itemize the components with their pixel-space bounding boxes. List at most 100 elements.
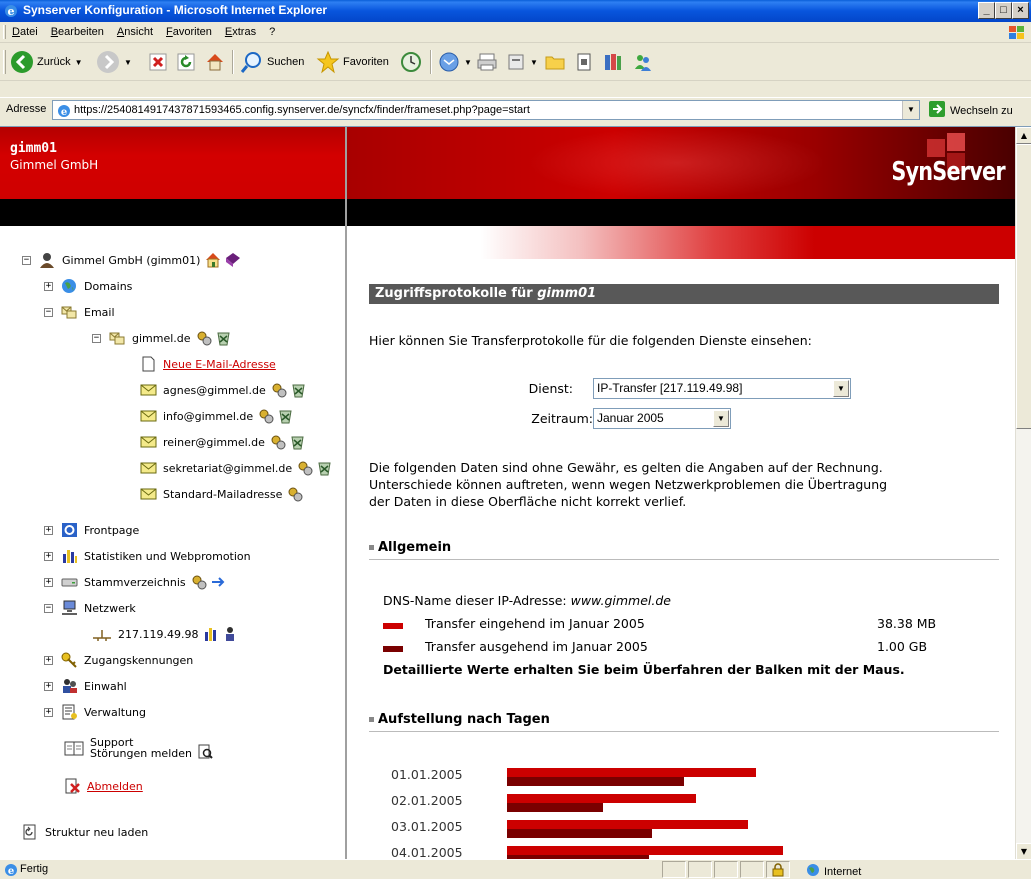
trash-icon[interactable]: [316, 460, 333, 476]
tree-item-network[interactable]: − Netzwerk: [44, 599, 136, 617]
tree-item-credentials[interactable]: + Zugangskennungen: [44, 651, 193, 669]
tree-item-email[interactable]: − Email: [44, 303, 115, 321]
collapse-icon[interactable]: −: [92, 333, 101, 343]
email-account-item[interactable]: info@gimmel.de: [140, 407, 294, 425]
address-dropdown-icon[interactable]: ▼: [902, 101, 919, 119]
collapse-icon[interactable]: −: [44, 603, 53, 613]
search-button[interactable]: Suchen: [240, 49, 304, 75]
history-button[interactable]: [400, 49, 422, 75]
vertical-scrollbar[interactable]: ▲ ▼: [1015, 127, 1031, 860]
edit-button[interactable]: ▼: [506, 49, 538, 75]
menu-bearbeiten[interactable]: Bearbeiten: [51, 26, 104, 38]
minimize-button[interactable]: _: [978, 2, 995, 19]
email-account-item[interactable]: Standard-Mailadresse: [140, 485, 304, 503]
status-cell: [766, 861, 790, 878]
tree-item-domain-gimmel[interactable]: − gimmel.de: [92, 329, 232, 347]
expand-icon[interactable]: +: [44, 655, 53, 665]
new-email-address-link[interactable]: Neue E-Mail-Adresse: [140, 355, 276, 373]
expand-icon[interactable]: +: [44, 681, 53, 691]
tree-item-support[interactable]: Support Störungen melden: [64, 733, 214, 763]
email-account-item[interactable]: agnes@gimmel.de: [140, 381, 307, 399]
stop-button[interactable]: [148, 49, 168, 75]
collapse-icon[interactable]: −: [22, 255, 31, 265]
back-button[interactable]: Zurück ▼: [10, 49, 83, 75]
collapse-icon[interactable]: −: [44, 307, 53, 317]
close-button[interactable]: ×: [1012, 2, 1029, 19]
trash-icon[interactable]: [290, 382, 307, 398]
bar-chart-icon[interactable]: [203, 626, 220, 642]
tree-item-root-directory[interactable]: + Stammverzeichnis: [44, 573, 227, 591]
mail-button[interactable]: ▼: [438, 49, 472, 75]
logout-link[interactable]: Abmelden: [64, 777, 143, 795]
bar-incoming[interactable]: [507, 794, 696, 803]
scroll-down-icon[interactable]: ▼: [1016, 843, 1031, 860]
settings-gears-icon[interactable]: [287, 486, 304, 502]
folder-button[interactable]: [544, 49, 566, 75]
period-select[interactable]: Januar 2005 ▼: [593, 408, 731, 429]
maximize-button[interactable]: □: [995, 2, 1012, 19]
tree-item-frontpage[interactable]: + Frontpage: [44, 521, 139, 539]
page-button[interactable]: [574, 49, 594, 75]
chevron-down-icon[interactable]: ▼: [833, 380, 849, 397]
expand-icon[interactable]: +: [44, 525, 53, 535]
settings-gears-icon[interactable]: [191, 574, 208, 590]
bar-outgoing[interactable]: [507, 829, 652, 838]
dropdown-arrow-icon[interactable]: ▼: [75, 58, 83, 67]
tree-item-administration[interactable]: + Verwaltung: [44, 703, 146, 721]
refresh-button[interactable]: [176, 49, 196, 75]
tree-item-dialin[interactable]: + Einwahl: [44, 677, 127, 695]
tree-item-statistics[interactable]: + Statistiken und Webpromotion: [44, 547, 251, 565]
settings-gears-icon[interactable]: [271, 382, 288, 398]
bar-incoming[interactable]: [507, 846, 783, 855]
menu-extras[interactable]: Extras: [225, 26, 256, 38]
forward-button[interactable]: ▼: [96, 49, 132, 75]
scroll-thumb[interactable]: [1016, 144, 1031, 429]
bar-incoming[interactable]: [507, 768, 756, 777]
address-input[interactable]: e https://254081491743787159346​5.config…: [52, 100, 920, 120]
expand-icon[interactable]: +: [44, 707, 53, 717]
go-button[interactable]: Wechseln zu: [924, 100, 1013, 121]
trash-icon[interactable]: [277, 408, 294, 424]
home-button[interactable]: [204, 49, 226, 75]
user-details-icon[interactable]: [222, 626, 239, 642]
expand-icon[interactable]: +: [44, 281, 53, 291]
menu-datei[interactable]: Datei: [12, 26, 38, 38]
settings-gears-icon[interactable]: [297, 460, 314, 476]
dropdown-arrow-icon[interactable]: ▼: [464, 58, 472, 67]
expand-icon[interactable]: +: [44, 577, 53, 587]
bar-incoming[interactable]: [507, 820, 748, 829]
email-account-item[interactable]: sekretariat@gimmel.de: [140, 459, 333, 477]
window-title-bar[interactable]: e Synserver Konfiguration - Microsoft In…: [0, 0, 1031, 22]
service-select[interactable]: IP-Transfer [217.119.49.98] ▼: [593, 378, 851, 399]
tree-item-label: Verwaltung: [84, 705, 146, 719]
favorites-button[interactable]: Favoriten: [316, 49, 389, 75]
dropdown-arrow-icon[interactable]: ▼: [124, 58, 132, 67]
trash-icon[interactable]: [215, 330, 232, 346]
settings-gears-icon[interactable]: [258, 408, 275, 424]
trash-icon[interactable]: [289, 434, 306, 450]
book-icon[interactable]: [224, 252, 241, 268]
tree-item-domains[interactable]: + Domains: [44, 277, 132, 295]
bar-outgoing[interactable]: [507, 803, 603, 812]
tree-item-ip[interactable]: 217.119.49.98: [92, 625, 239, 643]
tree-root[interactable]: − Gimmel GmbH (gimm01): [22, 251, 241, 269]
arrow-right-icon[interactable]: [210, 574, 227, 590]
settings-gears-icon[interactable]: [196, 330, 213, 346]
home-icon[interactable]: [205, 252, 222, 268]
scroll-up-icon[interactable]: ▲: [1016, 127, 1031, 144]
dropdown-arrow-icon[interactable]: ▼: [530, 58, 538, 67]
bar-outgoing[interactable]: [507, 777, 684, 786]
reload-structure-link[interactable]: Struktur neu laden: [22, 823, 148, 841]
expand-icon[interactable]: +: [44, 551, 53, 561]
research-button[interactable]: [602, 49, 624, 75]
email-account-item[interactable]: reiner@gimmel.de: [140, 433, 306, 451]
search-icon: [240, 50, 264, 74]
print-button[interactable]: [476, 49, 498, 75]
messenger-button[interactable]: [632, 49, 654, 75]
menu-favoriten[interactable]: Favoriten: [166, 26, 212, 38]
menu-ansicht[interactable]: Ansicht: [117, 26, 153, 38]
magnifier-document-icon[interactable]: [197, 744, 214, 760]
menu-help[interactable]: ?: [269, 26, 275, 38]
settings-gears-icon[interactable]: [270, 434, 287, 450]
chevron-down-icon[interactable]: ▼: [713, 410, 729, 427]
